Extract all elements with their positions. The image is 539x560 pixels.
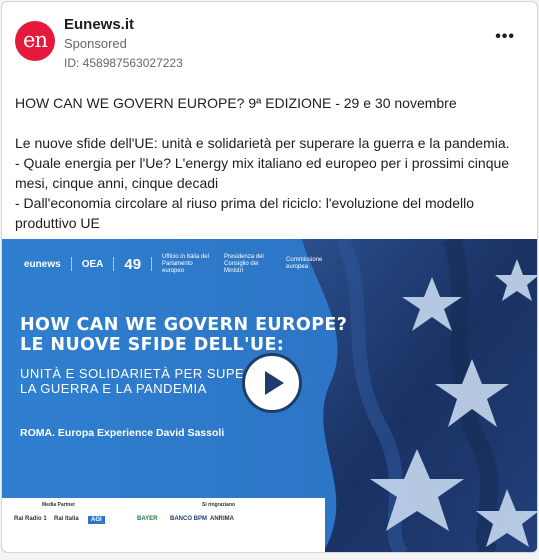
- rai-italia-logo: Rai Italia: [54, 516, 79, 522]
- banco-bpm-logo: BANCO BPM: [170, 516, 207, 522]
- play-button[interactable]: [242, 353, 302, 413]
- rai-radio1-logo: Rai Radio 1: [14, 516, 47, 522]
- event-location: ROMA. Europa Experience David Sassoli: [20, 427, 225, 439]
- agi-logo: AGI: [88, 516, 105, 524]
- partner-logo-bar: eunews OEA 49 Ufficio in Italia del Parl…: [24, 253, 326, 274]
- post-body-text: HOW CAN WE GOVERN EUROPE? 9ª EDIZIONE - …: [15, 93, 525, 233]
- commission-logo: Commissione europea: [286, 257, 323, 270]
- sponsored-label: Sponsored: [64, 36, 127, 51]
- bayer-logo: BAYER: [137, 516, 158, 522]
- anniversary-logo: 49: [124, 255, 142, 273]
- post-text-line: Le nuove sfide dell'UE: unità e solidari…: [15, 135, 510, 151]
- post-header: en Eunews.it Sponsored ID: 4589875630272…: [2, 2, 537, 82]
- post-text-line: - Dall'economia circolare al riuso prima…: [15, 195, 474, 231]
- page-name-link[interactable]: Eunews.it: [64, 16, 134, 33]
- sponsors-strip: Media Partner Si ringraziano Rai Radio 1…: [2, 498, 325, 552]
- parliament-logo: Ufficio in Italia del Parlamento europeo: [162, 253, 209, 274]
- anrima-logo: ANRIMA: [210, 516, 234, 522]
- headline-line: LE NUOVE SFIDE DELL'UE:: [20, 335, 285, 355]
- eunews-logo: eunews: [24, 258, 61, 270]
- video-creative[interactable]: eunews OEA 49 Ufficio in Italia del Parl…: [2, 239, 537, 552]
- page-avatar[interactable]: en: [15, 21, 55, 61]
- more-options-icon[interactable]: •••: [495, 28, 515, 46]
- ministry-logo: Presidenza del Consiglio dei Ministri: [224, 253, 264, 274]
- sponsored-post-card: en Eunews.it Sponsored ID: 4589875630272…: [1, 1, 538, 553]
- thanks-label: Si ringraziano: [202, 502, 236, 508]
- play-icon: [265, 371, 284, 395]
- media-partner-label: Media Partner: [42, 502, 76, 508]
- post-title-line: HOW CAN WE GOVERN EUROPE? 9ª EDIZIONE - …: [15, 95, 457, 111]
- creative-headline: HOW CAN WE GOVERN EUROPE? LE NUOVE SFIDE…: [20, 315, 347, 355]
- headline-line: HOW CAN WE GOVERN EUROPE?: [20, 315, 348, 335]
- oea-logo: OEA: [81, 258, 104, 270]
- ad-id: ID: 458987563027223: [64, 56, 183, 70]
- post-text-line: - Quale energia per l'Ue? L'energy mix i…: [15, 155, 510, 191]
